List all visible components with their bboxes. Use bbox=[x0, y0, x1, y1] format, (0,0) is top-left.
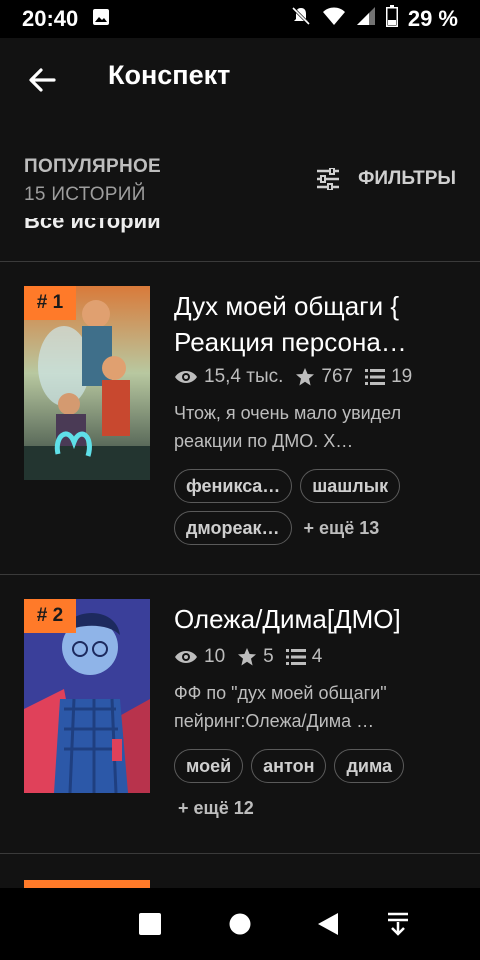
mute-icon bbox=[290, 5, 312, 33]
filters-button[interactable]: ФИЛЬТРЫ bbox=[316, 168, 456, 190]
list-subheader: ПОПУЛЯРНОЕ 15 ИСТОРИЙ ФИЛЬТРЫ bbox=[0, 140, 480, 220]
divider bbox=[0, 853, 480, 854]
eye-icon bbox=[174, 369, 198, 385]
star-icon bbox=[295, 367, 315, 387]
star-icon bbox=[237, 647, 257, 667]
notification-pull-button[interactable] bbox=[382, 908, 414, 940]
arrow-left-icon bbox=[29, 68, 56, 92]
tag-list: фениксa… шашлык дмореак… + ещё 13 bbox=[174, 469, 464, 545]
tag-chip[interactable]: дмореак… bbox=[174, 511, 292, 545]
square-icon bbox=[139, 913, 161, 935]
story-stats: 15,4 тыс. 767 19 bbox=[174, 366, 424, 388]
votes-count: 5 bbox=[263, 646, 274, 667]
eye-icon bbox=[174, 649, 198, 665]
story-count: 15 ИСТОРИЙ bbox=[24, 184, 146, 205]
tag-chip[interactable]: фениксa… bbox=[174, 469, 293, 503]
back-button[interactable] bbox=[24, 62, 60, 98]
recents-button[interactable] bbox=[134, 908, 166, 940]
tag-chip[interactable]: моей bbox=[174, 749, 244, 783]
story-cover[interactable]: # 1 bbox=[24, 286, 150, 480]
battery-percent: 29 % bbox=[407, 6, 458, 31]
tag-chip[interactable]: шашлык bbox=[300, 469, 401, 503]
back-nav-button[interactable] bbox=[312, 908, 344, 940]
circle-icon bbox=[229, 913, 251, 935]
tag-chip[interactable]: антон bbox=[251, 749, 327, 783]
story-stats: 10 5 4 bbox=[174, 646, 334, 668]
signal-icon bbox=[356, 6, 376, 32]
list-icon bbox=[285, 648, 306, 666]
votes-count: 767 bbox=[321, 366, 354, 387]
story-cover[interactable]: # 2 bbox=[24, 599, 150, 793]
section-title: ПОПУЛЯРНОЕ bbox=[24, 156, 162, 177]
status-time: 20:40 bbox=[22, 6, 79, 31]
filters-label: ФИЛЬТРЫ bbox=[358, 168, 456, 189]
triangle-back-icon bbox=[318, 913, 338, 935]
story-card[interactable]: # 1 Дух моей общаги { Реакция персона… 1… bbox=[0, 262, 480, 574]
battery-icon bbox=[385, 5, 398, 33]
system-nav-bar bbox=[0, 888, 480, 960]
next-story-cover-peek bbox=[24, 880, 150, 888]
views-count: 10 bbox=[204, 646, 226, 667]
more-tags[interactable]: + ещё 13 bbox=[300, 511, 380, 545]
image-notification-icon bbox=[92, 6, 110, 32]
parts-count: 4 bbox=[311, 646, 323, 667]
story-description: ФФ по "дух моей общаги" пейринг:Олежа/Ди… bbox=[174, 683, 387, 731]
tune-icon bbox=[317, 168, 340, 190]
home-button[interactable] bbox=[224, 908, 256, 940]
page-title: Конспект bbox=[108, 60, 231, 90]
story-title[interactable]: Олежа/Дима[ДМО] bbox=[174, 601, 454, 637]
story-description: Чтож, я очень мало увидел реакции по ДМО… bbox=[174, 403, 402, 451]
tag-chip[interactable]: дима bbox=[334, 749, 405, 783]
expand-down-icon bbox=[388, 912, 408, 936]
tag-list: моей антон дима + ещё 12 bbox=[174, 749, 464, 825]
app-bar: Конспект bbox=[0, 38, 480, 122]
more-tags[interactable]: + ещё 12 bbox=[174, 791, 254, 825]
rank-badge: # 1 bbox=[24, 286, 76, 320]
all-stories-heading: Все истории bbox=[24, 218, 161, 233]
story-card[interactable]: # 2 Олежа/Дима[ДМО] 10 5 4 ФФ по "дух мо… bbox=[0, 575, 480, 853]
wifi-icon bbox=[322, 6, 346, 32]
rank-badge: # 2 bbox=[24, 599, 76, 633]
status-bar: 20:40 29 % bbox=[0, 0, 480, 38]
views-count: 15,4 тыс. bbox=[204, 366, 284, 387]
parts-count: 19 bbox=[391, 366, 413, 387]
list-icon bbox=[365, 368, 386, 386]
story-title[interactable]: Дух моей общаги { Реакция персона… bbox=[174, 288, 454, 360]
